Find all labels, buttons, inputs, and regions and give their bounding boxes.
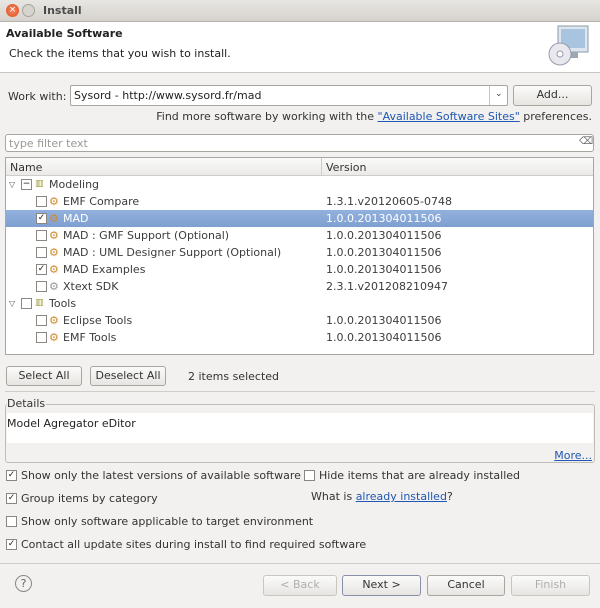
plugin-icon: ⚙ [49,314,59,327]
table-row[interactable]: ⚙ EMF Tools 1.0.0.201304011506 [6,329,593,346]
expand-triangle-icon[interactable]: ▽ [9,176,15,193]
plugin-icon: ⚙ [49,280,59,293]
item-version: 1.0.0.201304011506 [326,263,442,276]
item-name: Xtext SDK [63,280,119,293]
page-description: Check the items that you wish to install… [9,47,231,60]
item-version: 2.3.1.v201208210947 [326,280,448,293]
details-text: Model Agregator eDitor [7,417,136,430]
checkbox[interactable] [36,230,47,241]
item-name: Tools [49,297,77,310]
checkbox[interactable] [36,196,47,207]
checkbox[interactable]: ✓ [36,213,47,224]
already-installed-link[interactable]: already installed [356,490,447,503]
checkbox[interactable] [36,315,47,326]
details-group: Model Agregator eDitor More... [5,404,595,463]
filter-placeholder: type filter text [9,137,88,150]
item-name: MAD Examples [63,263,146,276]
clear-filter-icon[interactable]: ⌫ [579,136,593,147]
category-row[interactable]: ▽ ▥ Tools [6,295,593,312]
table-row[interactable]: ✓ ⚙ MAD Examples 1.0.0.201304011506 [6,261,593,278]
checkbox[interactable] [21,298,32,309]
plugin-icon: ⚙ [49,246,59,259]
checkbox[interactable]: ✓ [6,470,17,481]
column-version[interactable]: Version [326,161,366,174]
table-header: Name Version [6,158,593,176]
item-version: 1.0.0.201304011506 [326,246,442,259]
item-name: Modeling [49,178,100,191]
item-name: EMF Tools [63,331,117,344]
work-with-combo[interactable]: Sysord - http://www.sysord.fr/mad ⌄ [70,85,508,106]
divider [5,391,595,392]
plugin-icon: ⚙ [49,195,59,208]
item-name: EMF Compare [63,195,140,208]
close-window-button[interactable]: × [6,4,19,17]
table-row[interactable]: ⚙ MAD : UML Designer Support (Optional) 1.… [6,244,593,261]
table-row[interactable]: ⚙ EMF Compare 1.3.1.v20120605-0748 [6,193,593,210]
checkbox[interactable]: ✓ [6,493,17,504]
available-software-sites-link[interactable]: "Available Software Sites" [378,110,520,123]
cancel-button[interactable]: Cancel [427,575,505,596]
table-row[interactable]: ⚙ Eclipse Tools 1.0.0.201304011506 [6,312,593,329]
plugin-icon: ⚙ [49,263,59,276]
checkbox[interactable] [36,247,47,258]
help-icon[interactable]: ? [15,575,32,592]
checkbox[interactable] [36,281,47,292]
table-row[interactable]: ⚙ Xtext SDK 2.3.1.v201208210947 [6,278,593,295]
chevron-down-icon[interactable]: ⌄ [495,89,503,99]
checkbox[interactable] [36,332,47,343]
checkbox[interactable]: ✓ [36,264,47,275]
back-button[interactable]: < Back [263,575,337,596]
item-version: 1.3.1.v20120605-0748 [326,195,452,208]
item-name: MAD [63,212,89,225]
details-label: Details [7,397,47,410]
checkbox[interactable]: ✓ [6,539,17,550]
table-row[interactable]: ✓ ⚙ MAD 1.0.0.201304011506 [6,210,593,227]
item-version: 1.0.0.201304011506 [326,212,442,225]
checkbox[interactable] [304,470,315,481]
item-version: 1.0.0.201304011506 [326,229,442,242]
category-icon: ▥ [35,298,44,308]
finish-button[interactable]: Finish [511,575,590,596]
category-icon: ▥ [35,179,44,189]
software-table[interactable]: Name Version ▽ − ▥ Modeling ⚙ EMF Compare 1.3.… [5,157,594,355]
wizard-header: Available Software Check the items that … [0,22,600,73]
plugin-icon: ⚙ [49,331,59,344]
column-name[interactable]: Name [10,161,42,174]
checkbox[interactable]: − [21,179,32,190]
add-site-button[interactable]: Add... [513,85,592,106]
work-with-label: Work with: [8,90,67,103]
table-row[interactable]: ⚙ MAD : GMF Support (Optional) 1.0.0.20130… [6,227,593,244]
item-name: MAD : UML Designer Support (Optional) [63,246,282,259]
plugin-icon: ⚙ [49,229,59,242]
work-with-value: Sysord - http://www.sysord.fr/mad [74,89,262,102]
divider [0,563,600,564]
deselect-all-button[interactable]: Deselect All [90,366,166,386]
more-link[interactable]: More... [554,449,592,462]
item-version: 1.0.0.201304011506 [326,314,442,327]
maximize-window-button[interactable] [22,4,35,17]
category-row[interactable]: ▽ − ▥ Modeling [6,176,593,193]
checkbox[interactable] [6,516,17,527]
plugin-icon: ⚙ [49,212,59,225]
filter-input[interactable]: type filter text ⌫ [5,134,594,152]
expand-triangle-icon[interactable]: ▽ [9,295,15,312]
selection-status: 2 items selected [188,370,280,383]
page-title: Available Software [6,27,123,40]
title-bar: × Install [0,0,600,22]
item-version: 1.0.0.201304011506 [326,331,442,344]
install-cd-monitor-icon [548,25,589,66]
window-title: Install [43,4,82,17]
find-more-text: Find more software by working with the "… [156,110,592,123]
what-is-installed-text: What is already installed? [311,490,453,503]
next-button[interactable]: Next > [342,575,421,596]
select-all-button[interactable]: Select All [6,366,82,386]
item-name: MAD : GMF Support (Optional) [63,229,230,242]
item-name: Eclipse Tools [63,314,133,327]
